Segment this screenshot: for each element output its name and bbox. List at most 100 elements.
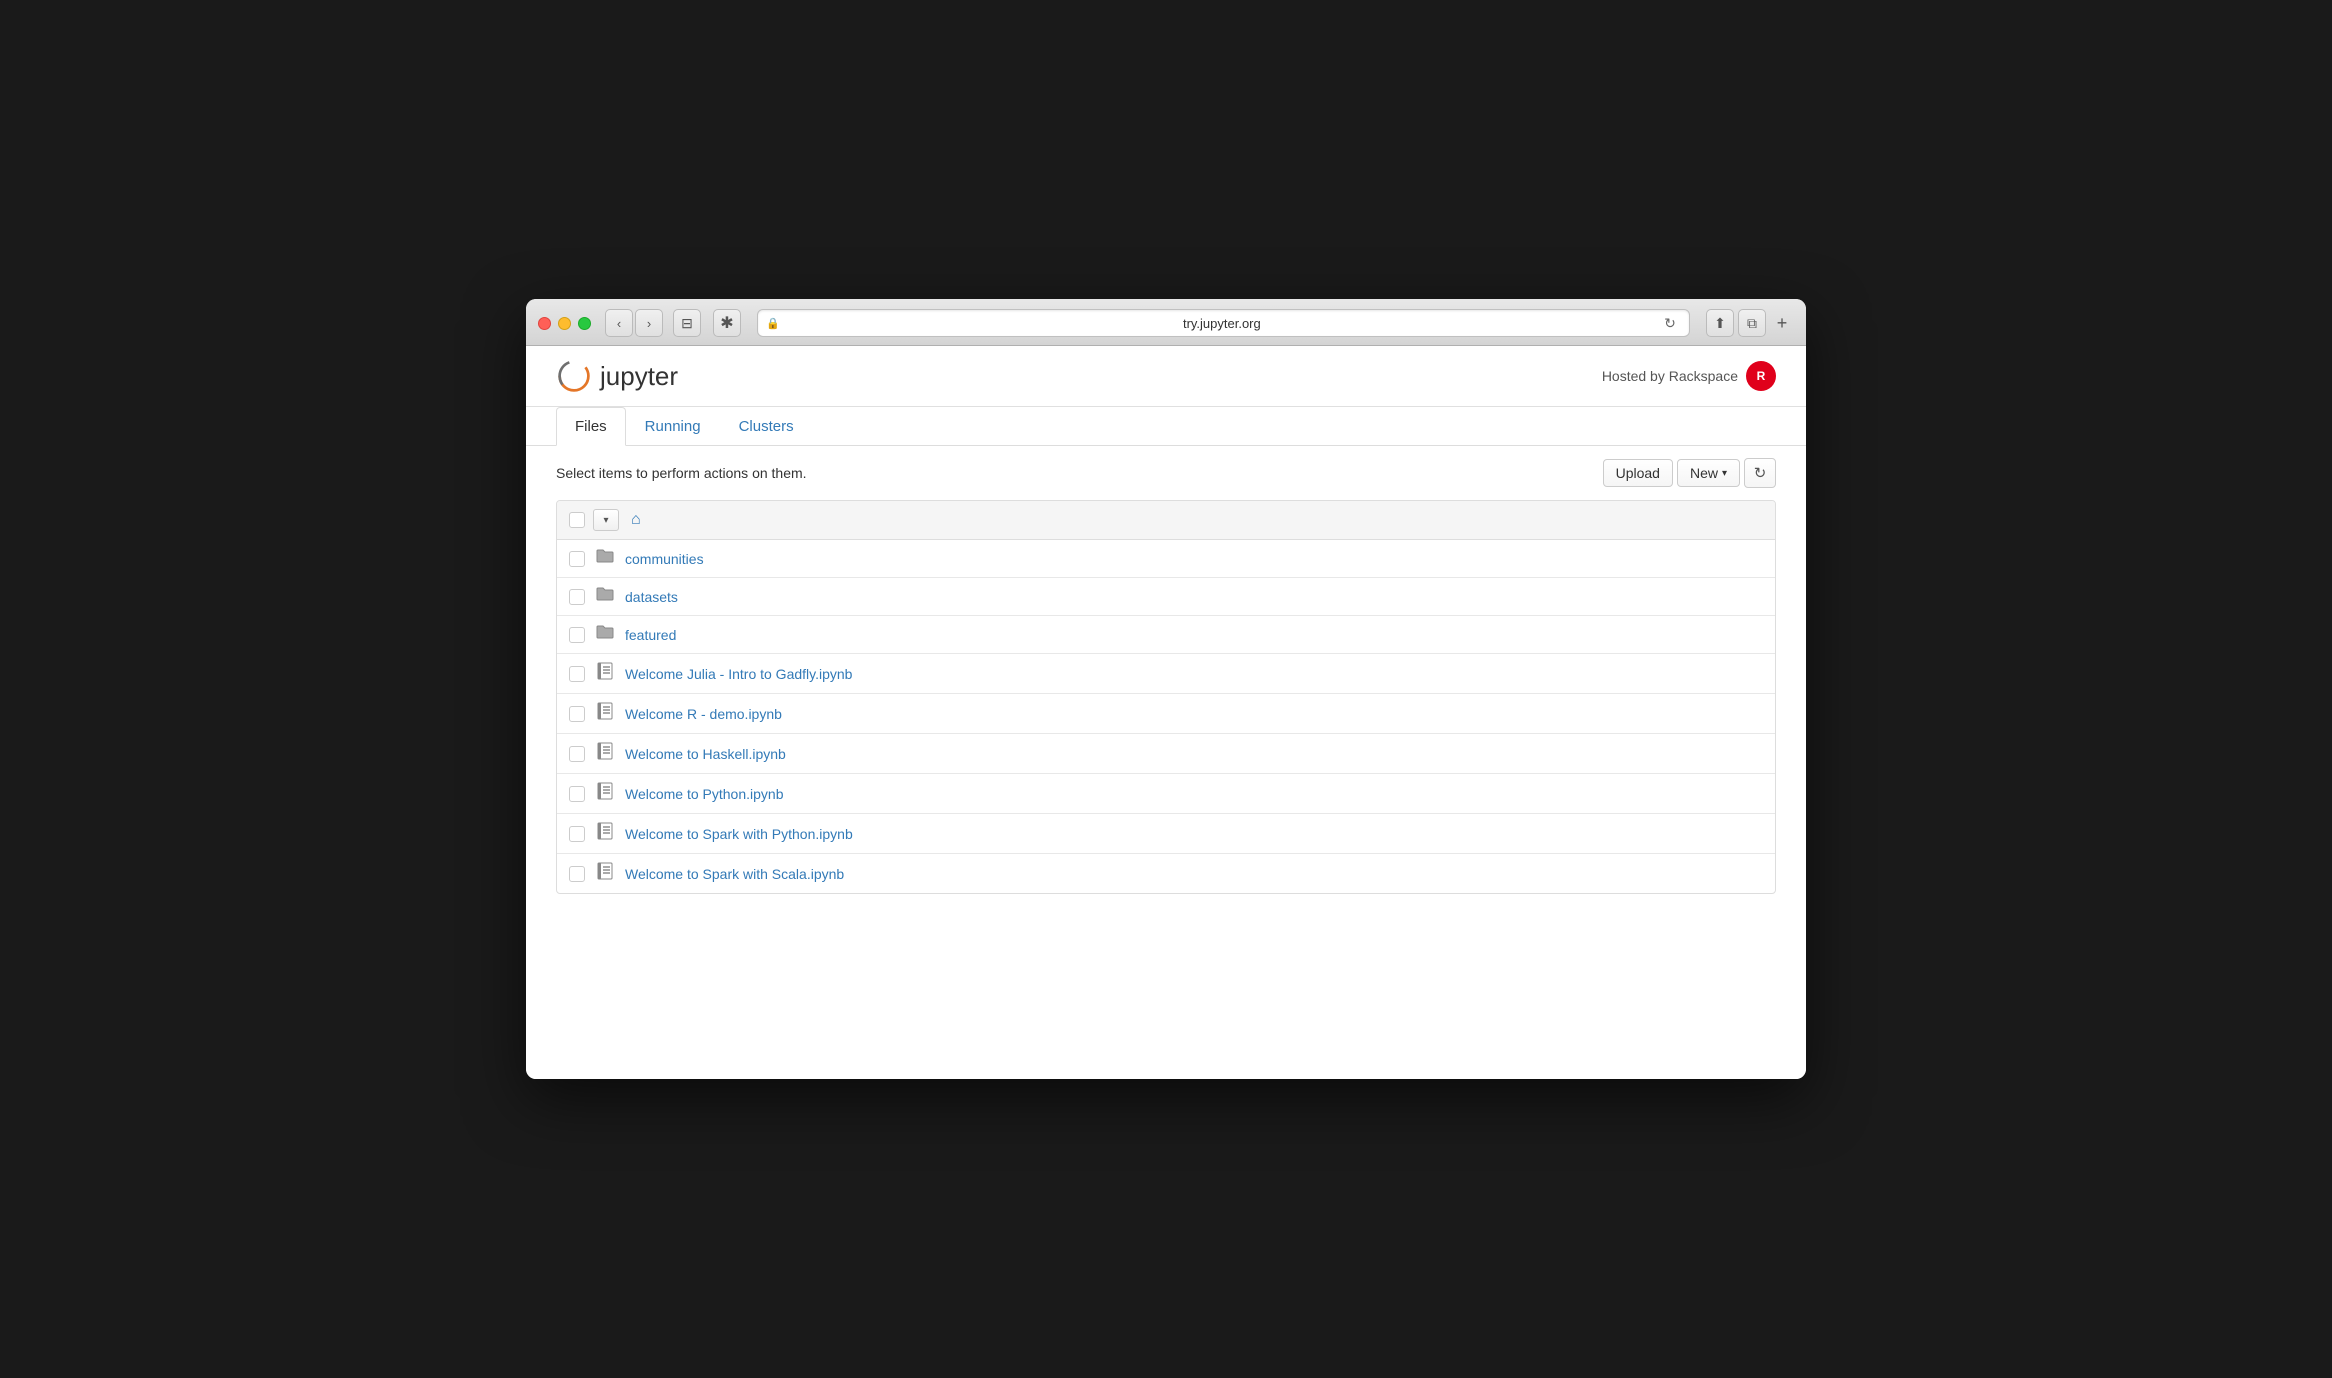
sidebar-icon: ⊟ <box>681 315 693 332</box>
file-name[interactable]: datasets <box>625 589 678 605</box>
file-checkbox[interactable] <box>569 706 585 722</box>
file-name[interactable]: Welcome Julia - Intro to Gadfly.ipynb <box>625 666 852 682</box>
header-dropdown-button[interactable]: ▾ <box>593 509 619 531</box>
toolbar-instruction: Select items to perform actions on them. <box>556 465 807 481</box>
list-item[interactable]: featured <box>557 616 1775 654</box>
file-list-container: ▾ ⌂ communities datasets featured Welcom… <box>556 500 1776 894</box>
file-name[interactable]: Welcome to Spark with Scala.ipynb <box>625 866 844 882</box>
share-button[interactable]: ⬆ <box>1706 309 1734 337</box>
folder-icon <box>595 586 615 607</box>
file-name[interactable]: Welcome to Haskell.ipynb <box>625 746 786 762</box>
folder-icon <box>596 586 614 602</box>
rackspace-badge: R <box>1746 361 1776 391</box>
url-text: try.jupyter.org <box>785 316 1659 331</box>
tabs-bar: Files Running Clusters <box>526 407 1806 446</box>
reload-button[interactable]: ↻ <box>1659 312 1681 334</box>
hosted-by: Hosted by Rackspace R <box>1602 361 1776 391</box>
tab-running[interactable]: Running <box>626 407 720 446</box>
list-item[interactable]: communities <box>557 540 1775 578</box>
folder-icon <box>595 624 615 645</box>
file-name[interactable]: communities <box>625 551 704 567</box>
notebook-icon <box>595 702 615 725</box>
notebook-icon <box>596 742 614 760</box>
notebook-icon <box>595 822 615 845</box>
file-rows: communities datasets featured Welcome Ju… <box>557 540 1775 893</box>
home-icon[interactable]: ⌂ <box>631 511 641 529</box>
share-icon: ⬆ <box>1714 315 1726 332</box>
file-name[interactable]: Welcome to Python.ipynb <box>625 786 784 802</box>
tab-files[interactable]: Files <box>556 407 626 446</box>
jupyter-logo: jupyter <box>556 358 678 394</box>
sidebar-button[interactable]: ⊟ <box>673 309 701 337</box>
notebook-icon <box>596 822 614 840</box>
hosted-label: Hosted by Rackspace <box>1602 368 1738 384</box>
new-button[interactable]: New ▾ <box>1677 459 1740 487</box>
file-name[interactable]: Welcome R - demo.ipynb <box>625 706 782 722</box>
notebook-icon <box>595 862 615 885</box>
refresh-button[interactable]: ↻ <box>1744 458 1776 488</box>
new-label: New <box>1690 465 1718 481</box>
browser-actions: ⬆ ⧉ + <box>1706 309 1794 337</box>
lock-icon: 🔒 <box>766 317 780 330</box>
file-checkbox[interactable] <box>569 746 585 762</box>
list-item[interactable]: Welcome to Spark with Scala.ipynb <box>557 854 1775 893</box>
close-button[interactable] <box>538 317 551 330</box>
address-bar[interactable]: 🔒 try.jupyter.org ↻ <box>757 309 1690 337</box>
select-all-checkbox[interactable] <box>569 512 585 528</box>
folder-icon <box>596 624 614 640</box>
folder-icon <box>595 548 615 569</box>
rackspace-initial: R <box>1757 369 1766 383</box>
folder-icon <box>596 548 614 564</box>
file-checkbox[interactable] <box>569 866 585 882</box>
jupyter-header: jupyter Hosted by Rackspace R <box>526 346 1806 407</box>
header-dropdown-icon: ▾ <box>603 515 608 526</box>
maximize-button[interactable] <box>578 317 591 330</box>
refresh-icon: ↻ <box>1754 464 1767 482</box>
list-item[interactable]: datasets <box>557 578 1775 616</box>
upload-button[interactable]: Upload <box>1603 459 1673 487</box>
back-button[interactable]: ‹ <box>605 309 633 337</box>
list-item[interactable]: Welcome R - demo.ipynb <box>557 694 1775 734</box>
jupyter-logo-text: jupyter <box>600 361 678 392</box>
fullscreen-button[interactable]: ⧉ <box>1738 309 1766 337</box>
list-item[interactable]: Welcome Julia - Intro to Gadfly.ipynb <box>557 654 1775 694</box>
extension-icon: ✱ <box>720 313 733 333</box>
file-list-header: ▾ ⌂ <box>557 501 1775 540</box>
file-name[interactable]: Welcome to Spark with Python.ipynb <box>625 826 853 842</box>
new-tab-button[interactable]: + <box>1770 311 1794 335</box>
list-item[interactable]: Welcome to Python.ipynb <box>557 774 1775 814</box>
notebook-icon <box>596 862 614 880</box>
notebook-icon <box>595 742 615 765</box>
notebook-icon <box>596 782 614 800</box>
new-caret: ▾ <box>1722 468 1727 479</box>
forward-button[interactable]: › <box>635 309 663 337</box>
jupyter-logo-icon <box>556 358 592 394</box>
list-item[interactable]: Welcome to Spark with Python.ipynb <box>557 814 1775 854</box>
extensions-button[interactable]: ✱ <box>713 309 741 337</box>
forward-icon: › <box>647 316 651 331</box>
file-checkbox[interactable] <box>569 666 585 682</box>
toolbar-right: Upload New ▾ ↻ <box>1603 458 1776 488</box>
minimize-button[interactable] <box>558 317 571 330</box>
file-checkbox[interactable] <box>569 589 585 605</box>
reload-icon: ↻ <box>1664 315 1676 332</box>
list-item[interactable]: Welcome to Haskell.ipynb <box>557 734 1775 774</box>
notebook-icon <box>596 662 614 680</box>
back-icon: ‹ <box>617 316 621 331</box>
file-checkbox[interactable] <box>569 627 585 643</box>
nav-buttons: ‹ › <box>605 309 663 337</box>
tab-clusters[interactable]: Clusters <box>720 407 813 446</box>
notebook-icon <box>595 662 615 685</box>
notebook-icon <box>595 782 615 805</box>
file-checkbox[interactable] <box>569 786 585 802</box>
file-checkbox[interactable] <box>569 826 585 842</box>
page-content: jupyter Hosted by Rackspace R Files Runn… <box>526 346 1806 1079</box>
fullscreen-icon: ⧉ <box>1747 315 1757 332</box>
file-checkbox[interactable] <box>569 551 585 567</box>
traffic-lights <box>538 317 591 330</box>
browser-chrome: ‹ › ⊟ ✱ 🔒 try.jupyter.org ↻ ⬆ ⧉ <box>526 299 1806 346</box>
new-tab-icon: + <box>1777 313 1788 334</box>
browser-window: ‹ › ⊟ ✱ 🔒 try.jupyter.org ↻ ⬆ ⧉ <box>526 299 1806 1079</box>
file-name[interactable]: featured <box>625 627 676 643</box>
notebook-icon <box>596 702 614 720</box>
